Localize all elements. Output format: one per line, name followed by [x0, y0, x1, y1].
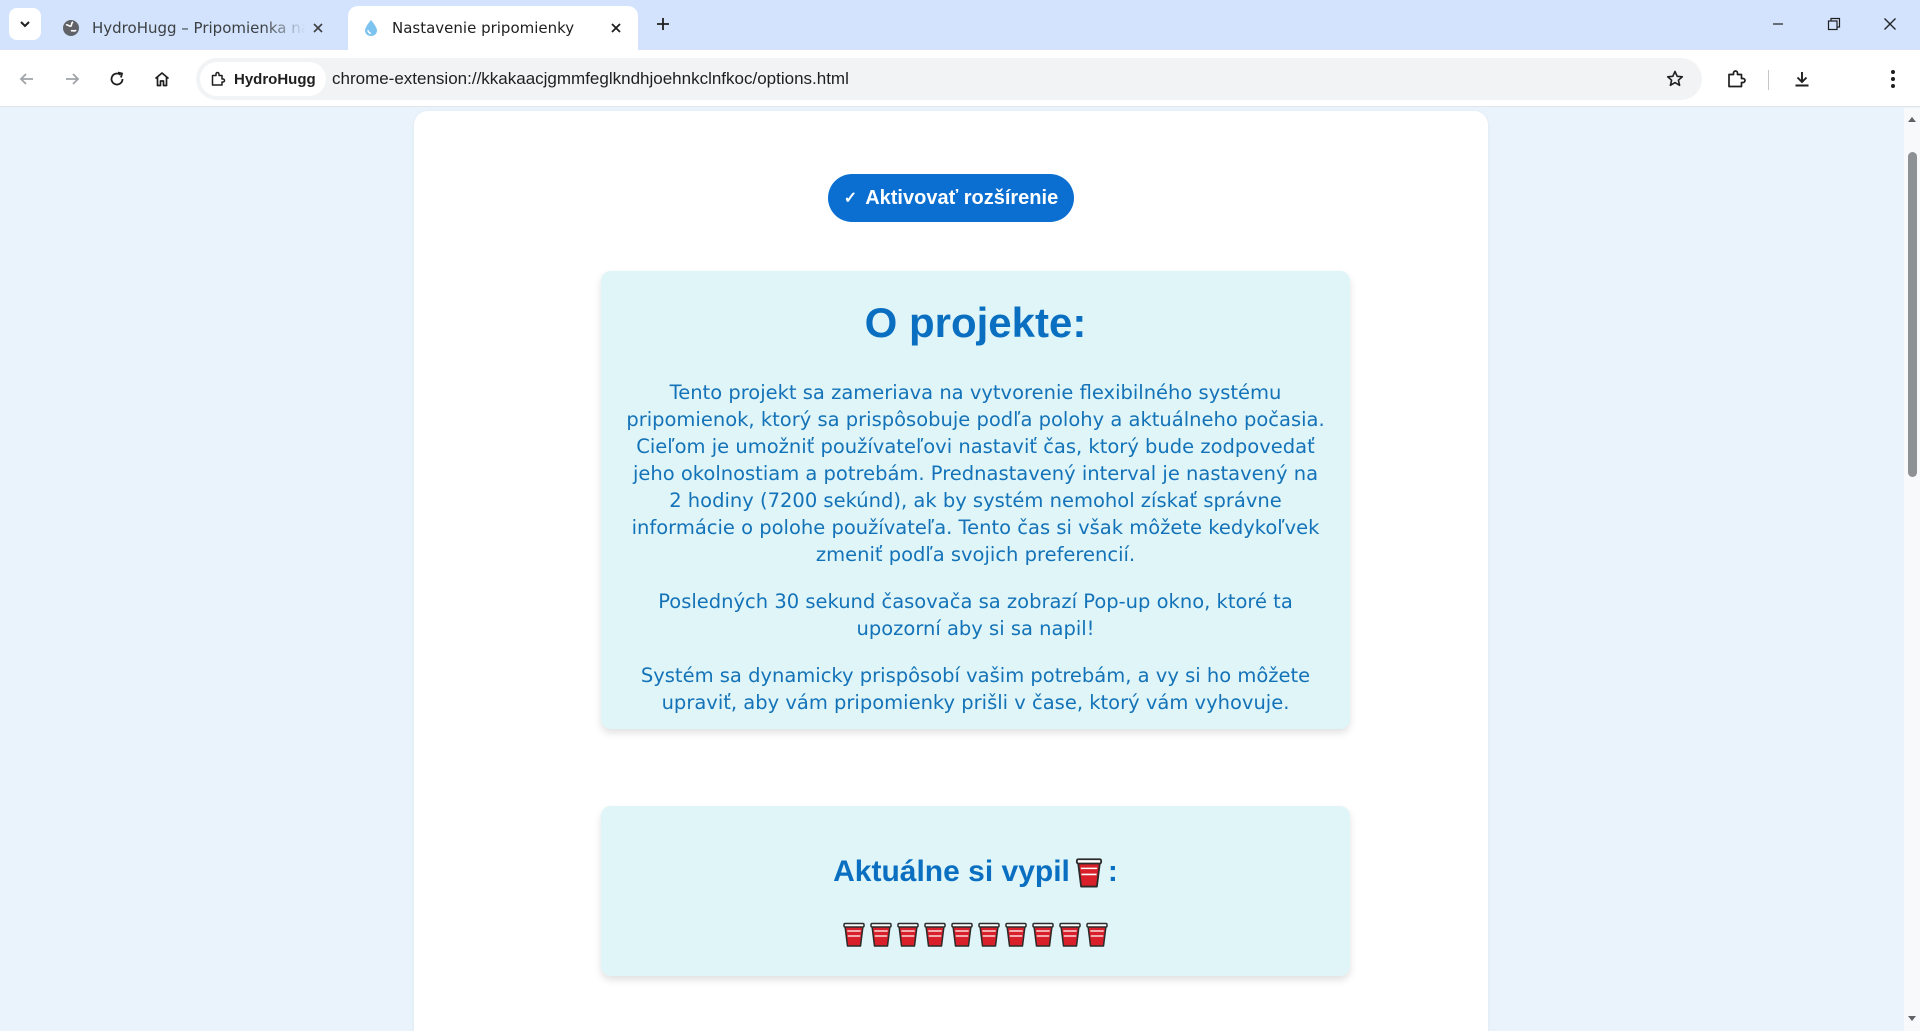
red-cup-icon: [978, 922, 1000, 947]
tab-title: HydroHugg – Pripomienka na pitie: [92, 19, 306, 37]
extension-puzzle-icon: [211, 71, 226, 86]
red-cup-icon: [1032, 922, 1054, 947]
red-cup-icon: [897, 922, 919, 947]
back-arrow-icon: [19, 73, 33, 85]
about-paragraph: Systém sa dynamicky prispôsobí vašim pot…: [640, 664, 1311, 714]
reload-icon: [110, 71, 124, 86]
red-cup-icon: [1086, 922, 1108, 947]
options-card: ✓ Aktivovať rozšírenie O projekte: Tento…: [414, 111, 1488, 1031]
plus-icon: [657, 18, 669, 30]
red-cup-icon: [870, 922, 892, 947]
about-heading: O projekte:: [864, 299, 1087, 346]
close-icon: [1884, 18, 1896, 30]
download-icon: [1795, 72, 1809, 87]
water-drop-icon: [362, 19, 380, 37]
browser-toolbar: HydroHugg chrome-extension://kkakaacjgmm…: [0, 50, 1920, 107]
red-cup-icon: [924, 922, 946, 947]
drinks-counter-panel: Aktuálne si vypil :: [601, 806, 1350, 976]
extensions-puzzle-icon: [1728, 70, 1746, 88]
red-cup-icon: [1075, 858, 1102, 888]
page-viewport: ✓ Aktivovať rozšírenie O projekte: Tento…: [0, 108, 1904, 1031]
kebab-menu-icon: [1891, 70, 1895, 88]
downloads-button[interactable]: [1785, 62, 1819, 96]
drinks-heading-colon: :: [1107, 855, 1118, 888]
close-window-button[interactable]: [1862, 0, 1918, 48]
url-text[interactable]: chrome-extension://kkakaacjgmmfeglkndhjo…: [332, 58, 849, 100]
drinks-heading-text: Aktuálne si vypil: [833, 855, 1070, 888]
tab-nastavenie-pripomienky[interactable]: Nastavenie pripomienky: [348, 6, 638, 50]
browser-menu-button[interactable]: [1876, 62, 1910, 96]
drink-cups-row: [601, 920, 1350, 948]
scroll-down-arrow-icon[interactable]: [1907, 1014, 1917, 1024]
about-paragraph: Tento projekt sa zameriava na vytvorenie…: [626, 381, 1325, 566]
toolbar-separator: [1768, 70, 1769, 90]
home-button[interactable]: [145, 62, 179, 96]
about-text: Tento projekt sa zameriava na vytvorenie…: [625, 379, 1326, 736]
minimize-icon: [1773, 23, 1783, 25]
bookmark-star-icon[interactable]: [1662, 66, 1688, 92]
new-tab-button[interactable]: [650, 11, 676, 37]
scroll-up-arrow-icon[interactable]: [1907, 114, 1917, 124]
back-button[interactable]: [10, 62, 44, 96]
tab-title: Nastavenie pripomienky: [392, 19, 575, 37]
site-name: HydroHugg: [234, 70, 316, 88]
red-cup-icon: [1005, 922, 1027, 947]
home-icon: [154, 72, 170, 87]
restore-button[interactable]: [1806, 0, 1862, 48]
activate-button-label: Aktivovať rozšírenie: [865, 186, 1059, 209]
reload-button[interactable]: [100, 62, 134, 96]
activate-extension-button[interactable]: ✓ Aktivovať rozšírenie: [828, 174, 1074, 222]
forward-arrow-icon: [66, 73, 80, 85]
red-cup-icon: [843, 922, 865, 947]
address-bar[interactable]: HydroHugg chrome-extension://kkakaacjgmm…: [196, 58, 1702, 100]
red-cup-icon: [951, 922, 973, 947]
tab-search-button[interactable]: [9, 8, 41, 40]
restore-icon: [1827, 17, 1841, 31]
tab-hydrohugg-reminder[interactable]: HydroHugg – Pripomienka na pitie: [48, 6, 340, 50]
globe-icon: [62, 19, 80, 37]
minimize-button[interactable]: [1750, 0, 1806, 48]
forward-button[interactable]: [55, 62, 89, 96]
close-tab-icon[interactable]: [604, 16, 628, 40]
scrollbar-thumb[interactable]: [1908, 152, 1917, 477]
chevron-down-icon: [20, 21, 30, 28]
vertical-scrollbar[interactable]: [1904, 108, 1920, 1031]
red-cup-icon: [1059, 922, 1081, 947]
extensions-button[interactable]: [1719, 62, 1753, 96]
close-tab-icon[interactable]: [306, 16, 330, 40]
checkmark-icon: ✓: [843, 190, 858, 207]
tab-strip: HydroHugg – Pripomienka na pitie Nastave…: [0, 0, 1920, 50]
about-project-panel: O projekte: Tento projekt sa zameriava n…: [601, 271, 1350, 729]
drinks-heading: Aktuálne si vypil :: [601, 855, 1350, 889]
site-info-chip[interactable]: HydroHugg: [200, 62, 326, 96]
about-paragraph: Posledných 30 sekund časovača sa zobrazí…: [658, 590, 1293, 640]
